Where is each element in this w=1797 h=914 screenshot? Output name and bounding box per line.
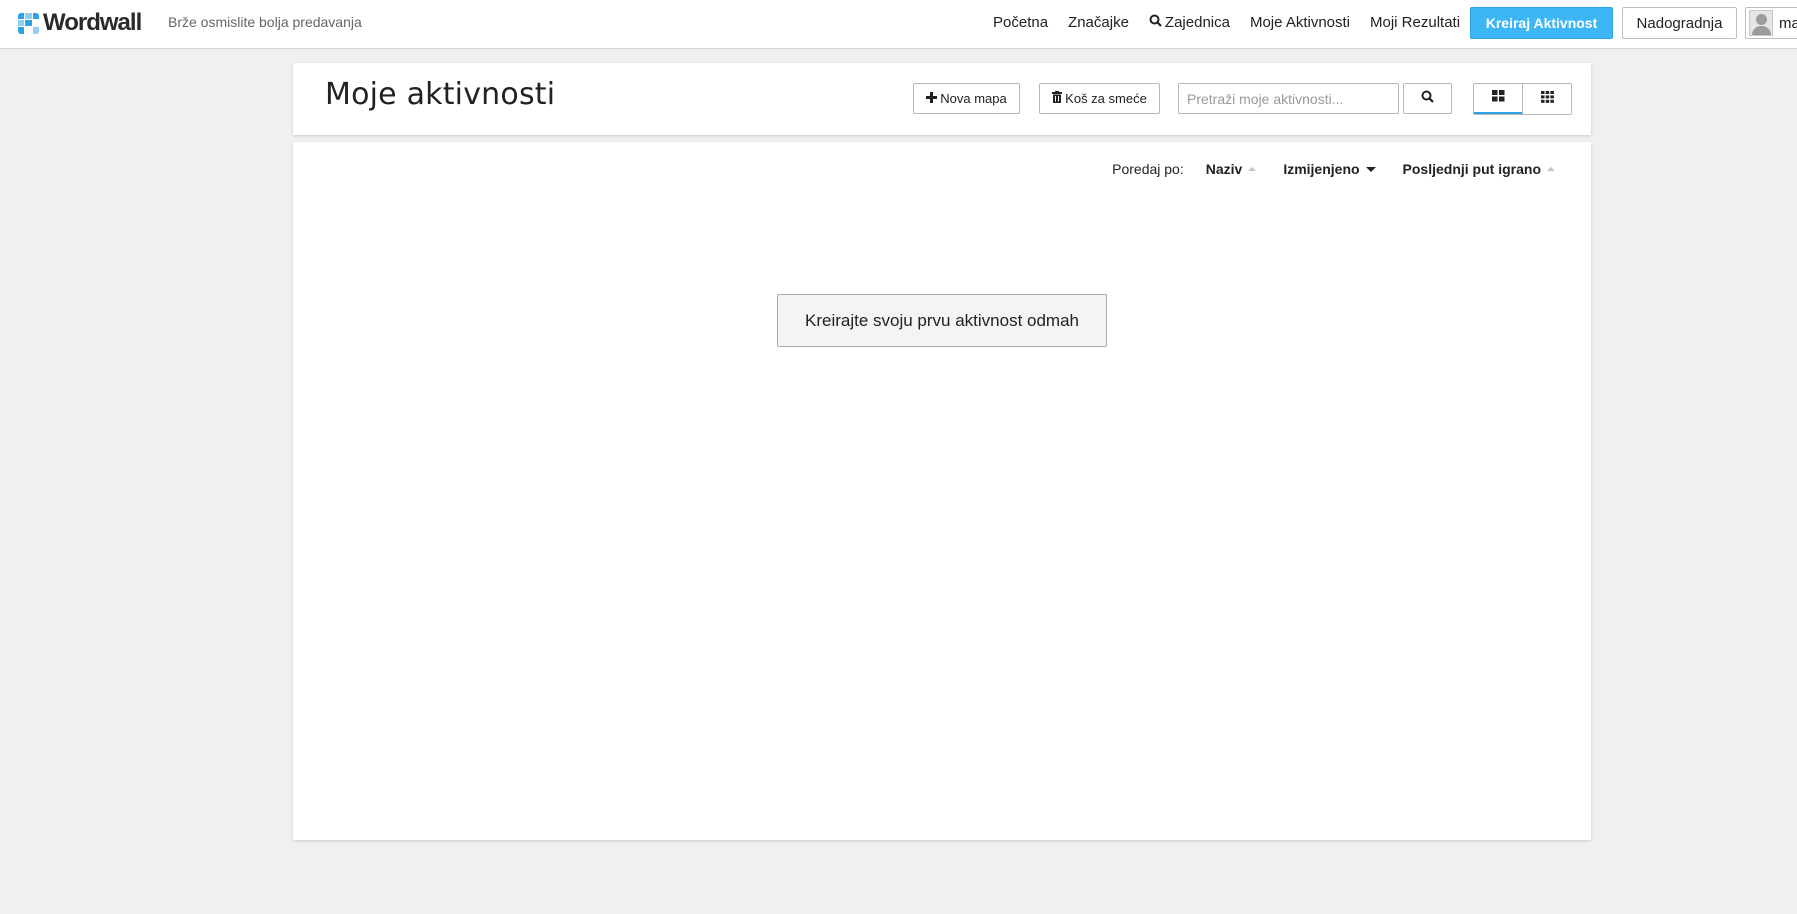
tagline: Brže osmislite bolja predavanja — [168, 14, 362, 30]
wordwall-logo[interactable]: Wordwall — [18, 9, 142, 36]
sort-by-last-played-label: Posljednji put igrano — [1402, 161, 1541, 177]
sort-by-modified-label: Izmijenjeno — [1283, 161, 1360, 177]
new-folder-label: Nova mapa — [940, 91, 1007, 106]
search-icon — [1149, 14, 1162, 31]
nav-home-label: Početna — [993, 14, 1049, 31]
small-grid-view-button[interactable] — [1522, 84, 1571, 114]
sort-by-modified[interactable]: Izmijenjeno — [1283, 161, 1376, 177]
sort-bar: Poredaj po: Naziv Izmijenjeno Posljednji… — [1112, 161, 1555, 177]
small-grid-icon — [1540, 90, 1554, 108]
trash-button[interactable]: Koš za smeće — [1039, 83, 1160, 114]
create-first-activity-button[interactable]: Kreirajte svoju prvu aktivnost odmah — [777, 294, 1107, 347]
create-activity-button[interactable]: Kreiraj Aktivnost — [1470, 7, 1613, 39]
user-menu[interactable]: ma — [1745, 7, 1797, 39]
caret-down-icon — [1365, 166, 1376, 172]
large-grid-icon — [1491, 89, 1505, 107]
activities-panel: Poredaj po: Naziv Izmijenjeno Posljednji… — [293, 142, 1591, 840]
brand-name: Wordwall — [43, 9, 142, 36]
sort-by-last-played[interactable]: Posljednji put igrano — [1403, 161, 1555, 177]
page-title: Moje aktivnosti — [325, 77, 556, 112]
trash-label: Koš za smeće — [1065, 91, 1147, 106]
nav-features[interactable]: Značajke — [1068, 14, 1129, 31]
search-input[interactable] — [1178, 83, 1399, 114]
nav-links: Početna Značajke Zajednica Moje Aktivnos… — [993, 14, 1480, 31]
search-button[interactable] — [1403, 83, 1452, 114]
sort-by-name-label: Naziv — [1205, 161, 1243, 177]
page-header: Moje aktivnosti Nova mapa Koš za smeće — [293, 63, 1591, 135]
trash-icon — [1052, 91, 1063, 106]
caret-up-icon — [1248, 167, 1257, 171]
search-icon — [1421, 90, 1434, 108]
caret-up-icon — [1547, 167, 1555, 171]
sort-by-name[interactable]: Naziv — [1206, 161, 1257, 177]
large-grid-view-button[interactable] — [1474, 84, 1522, 114]
nav-my-activities-label: Moje Aktivnosti — [1249, 14, 1351, 31]
sort-label: Poredaj po: — [1112, 161, 1184, 177]
new-folder-button[interactable]: Nova mapa — [913, 83, 1020, 114]
logo-icon — [18, 12, 39, 34]
top-navbar: Wordwall Brže osmislite bolja predavanja… — [0, 0, 1797, 49]
nav-community[interactable]: Zajednica — [1149, 14, 1230, 31]
nav-my-activities[interactable]: Moje Aktivnosti — [1250, 14, 1350, 31]
nav-my-results[interactable]: Moji Rezultati — [1370, 14, 1460, 31]
nav-features-label: Značajke — [1068, 14, 1129, 31]
view-toggle — [1473, 83, 1572, 115]
nav-my-results-label: Moji Rezultati — [1370, 14, 1461, 31]
nav-home[interactable]: Početna — [993, 14, 1048, 31]
avatar — [1749, 10, 1773, 36]
nav-community-label: Zajednica — [1164, 14, 1230, 31]
user-name: ma — [1779, 14, 1797, 32]
plus-icon — [926, 91, 938, 106]
upgrade-button[interactable]: Nadogradnja — [1622, 7, 1737, 39]
